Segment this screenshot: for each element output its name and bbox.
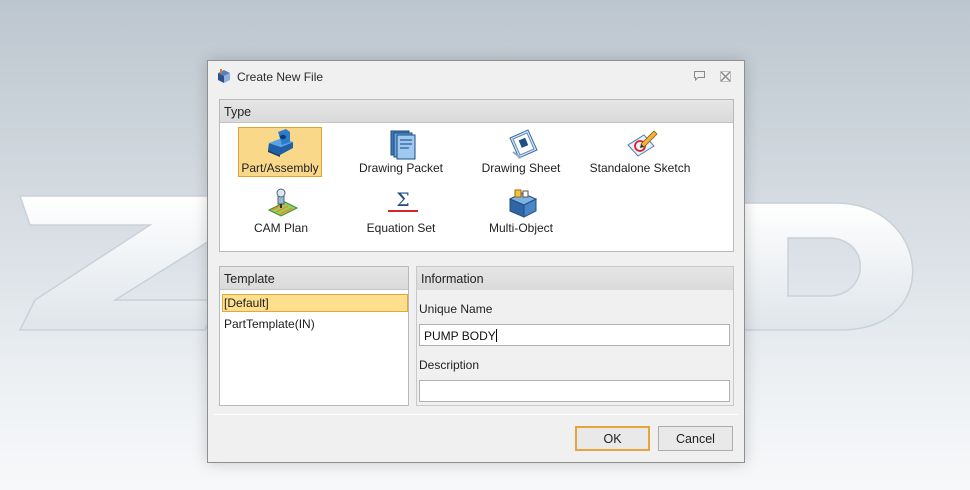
close-icon	[719, 70, 731, 82]
part-assembly-icon	[268, 129, 293, 157]
description-input[interactable]	[419, 380, 730, 402]
footer-separator	[214, 414, 738, 415]
template-panel: Template [Default] PartTemplate(IN)	[219, 266, 409, 406]
close-button[interactable]	[718, 69, 732, 83]
type-drawing-packet[interactable]: Drawing Packet	[349, 127, 453, 177]
type-part-assembly[interactable]: Part/Assembly	[220, 127, 324, 177]
type-label: Drawing Sheet	[481, 161, 561, 175]
cam-plan-icon	[267, 188, 299, 217]
type-drawing-sheet[interactable]: Drawing Sheet	[469, 127, 573, 177]
standalone-sketch-icon	[627, 130, 658, 157]
type-label: Drawing Packet	[358, 161, 444, 175]
multi-object-icon	[508, 189, 538, 218]
description-label: Description	[419, 358, 480, 372]
template-item-default[interactable]: [Default]	[222, 294, 408, 312]
type-panel: Type Part/Assembly Drawing Packet Drawin…	[219, 99, 734, 252]
create-new-file-dialog: Create New File Type Part/Assembly Drawi…	[207, 60, 745, 463]
svg-text:Σ: Σ	[396, 189, 409, 211]
drawing-sheet-icon	[509, 129, 538, 159]
new-file-app-icon	[218, 69, 230, 83]
help-button[interactable]	[692, 69, 706, 83]
dialog-titlebar: Create New File	[208, 61, 744, 93]
template-header: Template	[220, 267, 408, 290]
type-label: Multi-Object	[488, 221, 553, 235]
information-header: Information	[417, 267, 733, 290]
dialog-title: Create New File	[237, 70, 324, 84]
type-label: Standalone Sketch	[589, 161, 691, 175]
unique-name-input[interactable]: PUMP BODY	[419, 324, 730, 346]
unique-name-label: Unique Name	[419, 302, 493, 316]
cancel-button[interactable]: Cancel	[658, 426, 733, 451]
type-header: Type	[220, 100, 733, 123]
template-item-parttemplate[interactable]: PartTemplate(IN)	[222, 315, 408, 333]
equation-set-icon: Σ	[388, 189, 418, 212]
comment-icon	[693, 71, 705, 81]
type-standalone-sketch[interactable]: Standalone Sketch	[588, 127, 692, 177]
type-multi-object[interactable]: Multi-Object	[469, 187, 573, 237]
ok-button[interactable]: OK	[575, 426, 650, 451]
type-label: Equation Set	[366, 221, 436, 235]
drawing-packet-icon	[390, 130, 416, 160]
type-label: Part/Assembly	[241, 161, 319, 175]
type-cam-plan[interactable]: CAM Plan	[229, 187, 333, 237]
text-caret	[495, 329, 497, 342]
type-equation-set[interactable]: Σ Equation Set	[349, 187, 453, 237]
type-label: CAM Plan	[253, 221, 309, 235]
unique-name-value: PUMP BODY	[424, 329, 496, 343]
